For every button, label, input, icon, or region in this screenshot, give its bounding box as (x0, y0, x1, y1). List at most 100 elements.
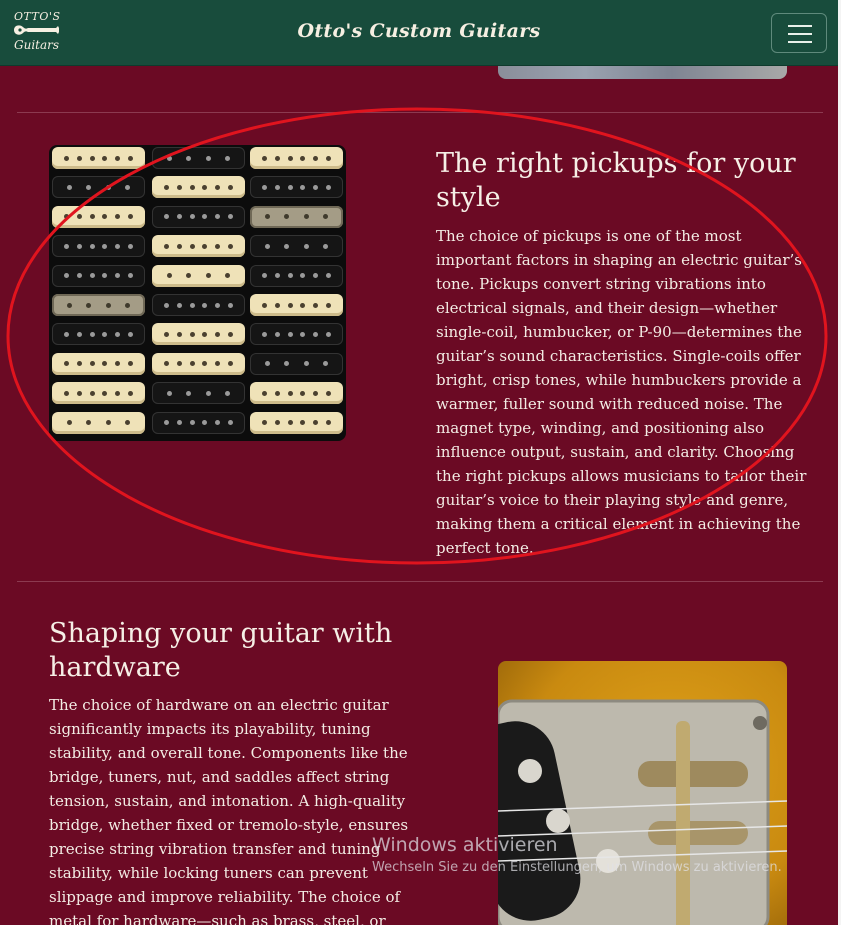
guitar-bridge-illustration (498, 699, 787, 925)
pole-piece (189, 214, 195, 220)
pole-piece (303, 214, 309, 220)
pole-piece (89, 273, 95, 279)
pole-piece (261, 390, 267, 396)
pickup-cream (52, 205, 145, 228)
section-text-pickups: The choice of pickups is one of the most… (436, 227, 807, 557)
pole-piece (274, 155, 280, 161)
pole-piece (163, 184, 169, 190)
watermark-title: Windows aktivieren (372, 834, 558, 856)
pole-piece (189, 361, 195, 367)
pole-piece (228, 184, 234, 190)
navbar-toggler-button[interactable] (771, 13, 827, 53)
pole-piece (63, 331, 69, 337)
pole-piece (322, 243, 328, 249)
pole-piece (313, 390, 319, 396)
previous-section-image (498, 66, 787, 79)
pole-piece (300, 155, 306, 161)
pickup-cream (250, 382, 343, 405)
pickup-black (250, 323, 343, 346)
pickup-cream (52, 352, 145, 375)
pole-piece (265, 361, 271, 367)
pole-piece (326, 390, 332, 396)
pole-piece (115, 155, 121, 161)
pole-piece (102, 361, 108, 367)
pickup-cream (152, 235, 245, 258)
pole-piece (215, 184, 221, 190)
pole-piece (189, 302, 195, 308)
hamburger-menu-icon (788, 25, 812, 27)
pole-piece (287, 420, 293, 426)
pole-piece (215, 302, 221, 308)
pickup-cream (52, 411, 145, 434)
pole-piece (284, 243, 290, 249)
pole-piece (261, 302, 267, 308)
pole-piece (186, 273, 192, 279)
pole-piece (265, 243, 271, 249)
pole-piece (287, 273, 293, 279)
pickup-black (152, 382, 245, 405)
pickup-black (250, 264, 343, 287)
pole-piece (102, 214, 108, 220)
pole-piece (284, 361, 290, 367)
pole-piece (163, 214, 169, 220)
pole-piece (128, 214, 134, 220)
pole-piece (202, 243, 208, 249)
pole-piece (76, 331, 82, 337)
pole-piece (76, 361, 82, 367)
windows-activation-watermark: Windows aktivieren Wechseln Sie zu den E… (372, 834, 782, 875)
pole-piece (303, 243, 309, 249)
brand-title[interactable]: Otto's Custom Guitars (0, 20, 838, 42)
pole-piece (265, 214, 271, 220)
pole-piece (224, 273, 230, 279)
pole-piece (115, 361, 121, 367)
pole-piece (215, 243, 221, 249)
pickup-black (152, 205, 245, 228)
section-divider (17, 581, 823, 582)
pickup-black (52, 323, 145, 346)
pickup-black (52, 235, 145, 258)
pole-piece (313, 331, 319, 337)
pole-piece (215, 331, 221, 337)
pole-piece (67, 184, 73, 190)
pole-piece (189, 243, 195, 249)
pole-piece (261, 331, 267, 337)
pole-piece (287, 184, 293, 190)
pole-piece (89, 390, 95, 396)
pole-piece (128, 273, 134, 279)
pickup-black (250, 352, 343, 375)
pole-piece (313, 273, 319, 279)
pole-piece (287, 331, 293, 337)
pole-piece (115, 331, 121, 337)
pole-piece (76, 214, 82, 220)
pole-piece (67, 420, 73, 426)
pole-piece (326, 302, 332, 308)
pickup-cream (152, 176, 245, 199)
pole-piece (202, 214, 208, 220)
pole-piece (326, 273, 332, 279)
pole-piece (224, 390, 230, 396)
pickup-black (52, 264, 145, 287)
section-title-hardware: Shaping your guitar with hardware (49, 618, 393, 683)
pole-piece (300, 331, 306, 337)
pole-piece (224, 155, 230, 161)
hamburger-menu-icon-bar (788, 41, 812, 43)
pickup-black (52, 176, 145, 199)
hardware-image (498, 661, 787, 925)
pickup-cream (250, 411, 343, 434)
pole-piece (322, 214, 328, 220)
pole-piece (86, 420, 92, 426)
pole-piece (124, 184, 130, 190)
pole-piece (76, 155, 82, 161)
pole-piece (274, 184, 280, 190)
pole-piece (274, 302, 280, 308)
pickup-cream (52, 382, 145, 405)
pickup-cream (152, 323, 245, 346)
pickups-image (49, 145, 346, 441)
pole-piece (176, 420, 182, 426)
pole-piece (215, 420, 221, 426)
pole-piece (300, 302, 306, 308)
pole-piece (63, 155, 69, 161)
pole-piece (102, 273, 108, 279)
pole-piece (215, 361, 221, 367)
pole-piece (261, 184, 267, 190)
